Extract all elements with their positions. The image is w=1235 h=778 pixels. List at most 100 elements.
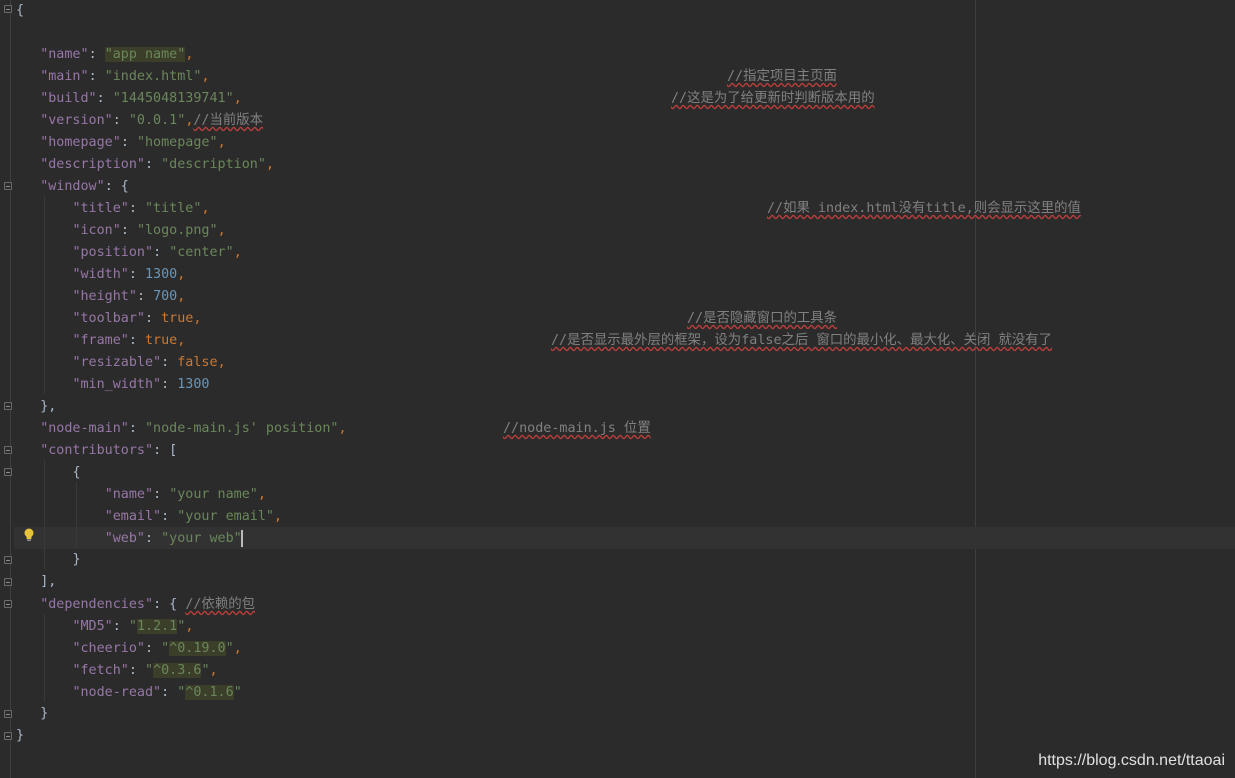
json-string: "node-main.js' position" bbox=[145, 421, 339, 436]
code-comment: //指定项目主页面 bbox=[727, 69, 837, 84]
comma: , bbox=[338, 421, 347, 436]
json-key: "toolbar" bbox=[72, 311, 145, 326]
json-string: "homepage" bbox=[136, 135, 218, 150]
code-line[interactable]: "version": "0.0.1",//当前版本 bbox=[16, 110, 263, 132]
json-key: "window" bbox=[40, 179, 105, 194]
fold-marker-icon[interactable] bbox=[4, 446, 12, 454]
code-line[interactable]: "name": "app name", bbox=[16, 44, 193, 66]
lightbulb-icon[interactable] bbox=[23, 528, 35, 542]
colon: : bbox=[128, 201, 145, 216]
code-line[interactable]: "cheerio": "^0.19.0", bbox=[16, 638, 242, 660]
json-key: "description" bbox=[40, 157, 145, 172]
closing-brace: }, bbox=[40, 399, 57, 414]
json-key: "name" bbox=[104, 487, 154, 502]
code-line[interactable]: "min_width": 1300 bbox=[16, 374, 209, 396]
fold-marker-icon[interactable] bbox=[4, 468, 12, 476]
code-line[interactable]: "name": "your name", bbox=[16, 484, 266, 506]
code-line[interactable]: { bbox=[16, 462, 81, 484]
code-line[interactable]: }, bbox=[16, 396, 56, 418]
comma: , bbox=[217, 135, 226, 150]
colon: : bbox=[145, 531, 162, 546]
colon: : bbox=[88, 47, 105, 62]
json-key: "homepage" bbox=[40, 135, 121, 150]
fold-marker-icon[interactable] bbox=[4, 600, 12, 608]
code-line[interactable]: "contributors": [ bbox=[16, 440, 177, 462]
closing-bracket: ], bbox=[40, 574, 57, 589]
colon-brace: : { bbox=[153, 597, 186, 612]
code-line[interactable]: "title": "title", bbox=[16, 198, 209, 220]
code-line[interactable]: "resizable": false, bbox=[16, 352, 226, 374]
comma: , bbox=[209, 663, 218, 678]
code-line[interactable]: "MD5": "1.2.1", bbox=[16, 616, 193, 638]
colon: : bbox=[153, 487, 170, 502]
fold-marker-icon[interactable] bbox=[4, 182, 12, 190]
colon: : bbox=[120, 135, 137, 150]
fold-marker-icon[interactable] bbox=[4, 710, 12, 718]
comma: , bbox=[217, 223, 226, 238]
json-key: "main" bbox=[40, 69, 89, 84]
json-key: "icon" bbox=[72, 223, 121, 238]
json-key: "height" bbox=[72, 289, 137, 304]
code-line[interactable]: "toolbar": true, bbox=[16, 308, 201, 330]
opening-brace: { bbox=[72, 465, 81, 480]
json-key: "version" bbox=[40, 113, 113, 128]
code-line[interactable]: "width": 1300, bbox=[16, 264, 185, 286]
colon: : bbox=[120, 223, 137, 238]
json-string: "index.html" bbox=[104, 69, 202, 84]
code-line[interactable]: "description": "description", bbox=[16, 154, 274, 176]
json-string: "your web" bbox=[161, 531, 242, 546]
comma: , bbox=[233, 91, 242, 106]
code-line[interactable]: "node-read": "^0.1.6" bbox=[16, 682, 242, 704]
colon: : bbox=[128, 421, 145, 436]
code-line[interactable]: "web": "your web" bbox=[16, 528, 243, 550]
json-key: "name" bbox=[40, 47, 89, 62]
code-line[interactable]: "build": "1445048139741", bbox=[16, 88, 242, 110]
comma: , bbox=[217, 355, 226, 370]
code-line[interactable]: "dependencies": { //依赖的包 bbox=[16, 594, 255, 616]
code-line[interactable]: "icon": "logo.png", bbox=[16, 220, 226, 242]
comma: , bbox=[193, 311, 202, 326]
json-string: "description" bbox=[161, 157, 266, 172]
code-line[interactable]: "node-main": "node-main.js' position", bbox=[16, 418, 347, 440]
json-key: "dependencies" bbox=[40, 597, 154, 612]
json-version-string: 1.2.1 bbox=[136, 619, 178, 634]
json-key: "title" bbox=[72, 201, 129, 216]
colon: : bbox=[136, 289, 154, 304]
code-line[interactable]: "homepage": "homepage", bbox=[16, 132, 226, 154]
code-line[interactable]: } bbox=[16, 703, 48, 725]
json-key: "node-main" bbox=[40, 421, 129, 436]
text-caret bbox=[240, 529, 243, 547]
json-key: "cheerio" bbox=[72, 641, 145, 656]
code-line[interactable]: ], bbox=[16, 571, 56, 593]
fold-marker-icon[interactable] bbox=[4, 732, 12, 740]
code-line[interactable]: } bbox=[16, 549, 80, 571]
code-line[interactable]: "window": { bbox=[16, 176, 129, 198]
code-line[interactable]: "main": "index.html", bbox=[16, 66, 209, 88]
json-key: "node-read" bbox=[72, 685, 162, 700]
colon: : bbox=[161, 377, 178, 392]
code-comment: //当前版本 bbox=[193, 113, 264, 128]
code-line[interactable]: "frame": true, bbox=[16, 330, 185, 352]
json-key: "width" bbox=[72, 267, 129, 282]
comma: , bbox=[177, 267, 186, 282]
json-number: 700 bbox=[153, 289, 178, 304]
colon-bracket: : [ bbox=[153, 443, 178, 458]
code-line[interactable]: "email": "your email", bbox=[16, 506, 282, 528]
right-margin-guide bbox=[975, 0, 976, 778]
colon: : bbox=[161, 685, 178, 700]
comma: , bbox=[233, 245, 242, 260]
code-line[interactable]: "height": 700, bbox=[16, 286, 185, 308]
code-line[interactable]: } bbox=[16, 725, 24, 747]
code-comment: //如果 index.html没有title,则会显示这里的值 bbox=[767, 201, 1081, 216]
code-line[interactable]: "fetch": "^0.3.6", bbox=[16, 660, 218, 682]
fold-marker-icon[interactable] bbox=[4, 578, 12, 586]
json-key: "resizable" bbox=[72, 355, 162, 370]
fold-marker-icon[interactable] bbox=[4, 5, 12, 13]
json-key: "min_width" bbox=[72, 377, 162, 392]
code-line[interactable]: "position": "center", bbox=[16, 242, 242, 264]
fold-marker-icon[interactable] bbox=[4, 402, 12, 410]
json-string: "your name" bbox=[169, 487, 258, 502]
json-string: "center" bbox=[169, 245, 234, 260]
code-line[interactable]: { bbox=[16, 0, 24, 22]
fold-marker-icon[interactable] bbox=[4, 556, 12, 564]
